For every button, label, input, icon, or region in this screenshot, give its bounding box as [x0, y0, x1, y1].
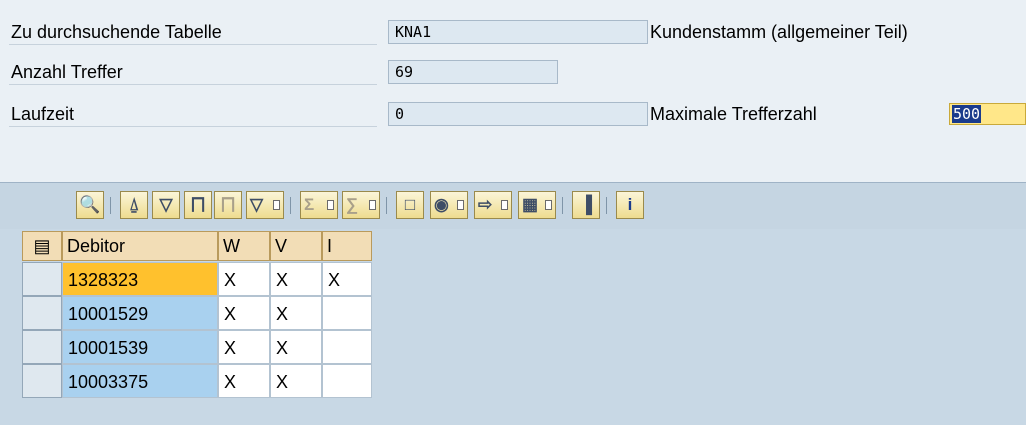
- row-selector[interactable]: [22, 330, 62, 364]
- toolbar-separator: [562, 197, 563, 214]
- cell-v[interactable]: X: [270, 262, 322, 296]
- cell-v[interactable]: X: [270, 330, 322, 364]
- runtime-field[interactable]: 0: [388, 102, 648, 126]
- cell-i[interactable]: [322, 296, 372, 330]
- graphic-icon[interactable]: ▐: [572, 191, 600, 219]
- cell-w[interactable]: X: [218, 330, 270, 364]
- table-row-search-table: Zu durchsuchende Tabelle KNA1 Kundenstam…: [0, 19, 1026, 47]
- cell-w[interactable]: X: [218, 364, 270, 398]
- print-icon[interactable]: ⍙: [120, 191, 148, 219]
- runtime-label: Laufzeit: [9, 101, 377, 127]
- hit-count-label: Anzahl Treffer: [9, 59, 377, 85]
- find-icon[interactable]: ⨅: [184, 191, 212, 219]
- print-preview-icon[interactable]: □: [396, 191, 424, 219]
- cell-i[interactable]: [322, 364, 372, 398]
- cell-w[interactable]: X: [218, 296, 270, 330]
- filter-funnel-icon[interactable]: ▽: [152, 191, 180, 219]
- cell-debitor[interactable]: 10003375: [62, 364, 218, 398]
- local-file-icon[interactable]: ⇨: [474, 191, 512, 219]
- alv-toolbar: 🔍 ⍙ ▽ ⨅ ⨅ ▽ Σ ∑ □ ◉ ⇨ ▦ ▐ i: [0, 182, 1026, 229]
- row-selector[interactable]: [22, 296, 62, 330]
- column-header-w[interactable]: W: [218, 231, 270, 261]
- row-selector[interactable]: [22, 262, 62, 296]
- hit-count-field[interactable]: 69: [388, 60, 558, 84]
- export-icon[interactable]: ◉: [430, 191, 468, 219]
- toolbar-separator: [290, 197, 291, 214]
- runtime-row: Laufzeit 0 Maximale Trefferzahl 500: [0, 101, 1026, 129]
- details-icon[interactable]: 🔍: [76, 191, 104, 219]
- find-next-icon[interactable]: ⨅: [214, 191, 242, 219]
- max-hits-value: 500: [952, 105, 982, 123]
- cell-i[interactable]: X: [322, 262, 372, 296]
- toolbar-separator: [386, 197, 387, 214]
- column-header-i[interactable]: I: [322, 231, 372, 261]
- set-filter-icon[interactable]: ▽: [246, 191, 284, 219]
- cell-i[interactable]: [322, 330, 372, 364]
- cell-debitor[interactable]: 1328323: [62, 262, 218, 296]
- cell-debitor[interactable]: 10001529: [62, 296, 218, 330]
- table-description-label: Kundenstamm (allgemeiner Teil): [650, 22, 908, 42]
- toolbar-separator: [110, 197, 111, 214]
- toolbar-separator: [606, 197, 607, 214]
- cell-debitor[interactable]: 10001539: [62, 330, 218, 364]
- table-to-search-label: Zu durchsuchende Tabelle: [9, 19, 377, 45]
- column-header-debitor[interactable]: Debitor: [62, 231, 218, 261]
- layout-columns-icon[interactable]: ▦: [518, 191, 556, 219]
- cell-w[interactable]: X: [218, 262, 270, 296]
- cell-v[interactable]: X: [270, 364, 322, 398]
- row-selector[interactable]: [22, 364, 62, 398]
- results-grid: ▤ Debitor W V I 1328323 X X X 10001529 X…: [0, 229, 1026, 425]
- cell-v[interactable]: X: [270, 296, 322, 330]
- max-hits-label: Maximale Trefferzahl: [650, 104, 817, 124]
- hits-row: Anzahl Treffer 69: [0, 59, 1026, 87]
- sum-icon[interactable]: Σ: [300, 191, 338, 219]
- select-all-icon[interactable]: ▤: [22, 231, 62, 261]
- table-name-field[interactable]: KNA1: [388, 20, 648, 44]
- info-icon[interactable]: i: [616, 191, 644, 219]
- max-hits-field[interactable]: 500: [949, 103, 1026, 125]
- column-header-v[interactable]: V: [270, 231, 322, 261]
- subtotal-icon[interactable]: ∑: [342, 191, 380, 219]
